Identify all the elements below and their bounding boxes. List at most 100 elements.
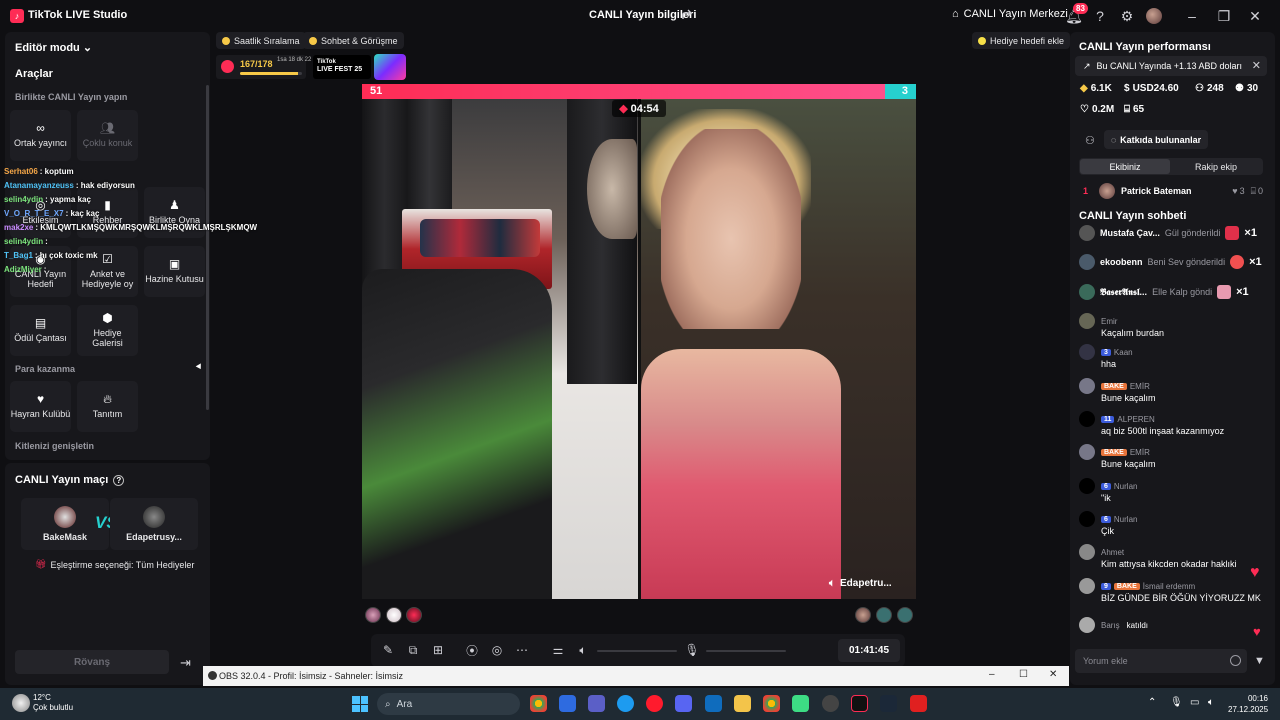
chat-message[interactable]: 6 Nurlan "ik: [1079, 478, 1263, 503]
taskbar-search[interactable]: ⌕ Ara: [377, 693, 520, 715]
multi-guest-button[interactable]: 👥︎ Çoklu konuk: [77, 110, 138, 161]
minimize-icon[interactable]: –: [989, 669, 995, 680]
speaker-icon[interactable]: 🔈︎: [576, 643, 590, 657]
scene-edit-icon[interactable]: ⧉: [406, 643, 420, 657]
gift-gallery-button[interactable]: ⬢ Hediye Galerisi: [77, 305, 138, 356]
chat-message[interactable]: BAKE EMİR Bune kaçalım: [1079, 444, 1263, 469]
share-icon[interactable]: [681, 8, 695, 22]
mail-icon[interactable]: [705, 695, 722, 712]
contributor-row[interactable]: 1 Patrick Bateman ♥ 3 ⌸ 0: [1079, 183, 1263, 199]
hourly-ranking-chip[interactable]: Saatlik Sıralama: [216, 32, 306, 49]
avatar[interactable]: [876, 607, 892, 623]
volume-icon[interactable]: 🔈︎: [1208, 697, 1214, 708]
microphone-icon[interactable]: 🎙︎: [1170, 697, 1183, 708]
store-icon[interactable]: [559, 695, 576, 712]
gift-event[interactable]: Mustafa Çav... Gül gönderildi ×1: [1079, 222, 1263, 244]
emoji-icon[interactable]: [1230, 655, 1241, 666]
speaker-volume-slider[interactable]: [597, 650, 677, 652]
avatar[interactable]: [855, 607, 871, 623]
gift-event[interactable]: 𝕭𝖆𝖘𝖊𝖗𝕬𝖓𝖘𝖑... Elle Kalp göndi ×1: [1079, 281, 1263, 303]
reward-bag-button[interactable]: ▤ Ödül Çantası: [10, 305, 71, 356]
help-icon[interactable]: ?: [113, 474, 125, 486]
fan-club-button[interactable]: ♥ Hayran Kulübü: [10, 381, 71, 432]
avatar[interactable]: [406, 607, 422, 623]
send-icon[interactable]: ▼: [1254, 655, 1265, 667]
chat-call-chip[interactable]: Sohbet & Görüşme: [303, 32, 404, 49]
camera-switch-icon[interactable]: ◎: [490, 643, 504, 657]
close-icon[interactable]: ✕: [1252, 59, 1261, 72]
chevron-down-icon: ⌄: [82, 42, 93, 54]
steam-icon[interactable]: [880, 695, 897, 712]
battle-score-bar: [362, 84, 916, 99]
close-icon[interactable]: ✕: [1049, 669, 1057, 680]
chat-message[interactable]: Ahmet Kim attıysa kikcden okadar haklıki: [1079, 544, 1263, 569]
tab-your-team[interactable]: Ekibiniz: [1080, 159, 1170, 174]
avatar[interactable]: [897, 607, 913, 623]
score-left-fill: [362, 84, 886, 99]
maximize-icon[interactable]: ☐: [1019, 669, 1028, 680]
rematch-button[interactable]: Rövanş: [15, 650, 169, 674]
microphone-icon[interactable]: 🎙︎: [684, 643, 699, 657]
folder-icon[interactable]: [734, 695, 751, 712]
live-center-button[interactable]: ⌂ CANLI Yayın Merkezi: [952, 8, 1068, 20]
player-right-card[interactable]: Edapetrusy...: [110, 498, 198, 550]
pairing-option[interactable]: 🎁︎ Eşleştirme seçeneği: Tüm Hediyeler: [35, 559, 194, 570]
mic-volume-slider[interactable]: [706, 650, 786, 652]
promote-button[interactable]: 🔥︎ Tanıtım: [77, 381, 138, 432]
tiktok-icon[interactable]: [851, 695, 868, 712]
live-preview[interactable]: 51 3 ◆ 04:54 🔈︎ Edapetru...: [362, 84, 916, 599]
chat-title: CANLI Yayın sohbeti: [1079, 210, 1187, 222]
close-icon[interactable]: ✕: [1247, 8, 1263, 24]
clock[interactable]: 00:16 27.12.2025: [1228, 693, 1268, 715]
obs-icon[interactable]: [822, 695, 839, 712]
weather-widget[interactable]: 12°C Çok bulutlu: [33, 693, 73, 714]
android-icon[interactable]: [792, 695, 809, 712]
teams-icon[interactable]: [588, 695, 605, 712]
minimize-icon[interactable]: –: [1184, 8, 1200, 24]
tab-rival-team[interactable]: Rakip ekip: [1171, 159, 1261, 174]
chat-message[interactable]: 9 BAKE İsmail erdemm BİZ GÜNDE BİR ÖĞÜN Yİ…: [1079, 578, 1263, 603]
windows-start-icon[interactable]: [352, 696, 368, 712]
comment-input[interactable]: Yorum ekle: [1075, 649, 1247, 673]
editor-mode-dropdown[interactable]: Editör modu ⌄: [15, 41, 92, 54]
earnings-banner[interactable]: ↗ Bu CANLI Yayında +1.13 ABD doları ✕: [1075, 56, 1267, 76]
fest-logo-icon[interactable]: [374, 54, 406, 80]
chat-message[interactable]: BAKE EMİR Bune kaçalım: [1079, 378, 1263, 403]
magic-wand-icon[interactable]: ✎: [381, 643, 395, 657]
chat-message[interactable]: 3 Kaan hha: [1079, 344, 1263, 369]
speaker-icon[interactable]: 🔈︎: [829, 578, 835, 589]
more-icon[interactable]: ⋯: [515, 643, 529, 657]
live-match-panel: CANLI Yayın maçı ? BakeMask VS Edapetrus…: [5, 463, 210, 685]
match-title: CANLI Yayın maçı ?: [15, 474, 125, 486]
opera-icon[interactable]: [646, 695, 663, 712]
youtube-icon[interactable]: [910, 695, 927, 712]
network-icon[interactable]: ▭: [1190, 697, 1199, 708]
avatar[interactable]: [1146, 8, 1162, 24]
sliders-icon[interactable]: ⚌: [551, 643, 565, 657]
chrome-icon[interactable]: [530, 695, 547, 712]
record-icon[interactable]: ⦿: [465, 643, 479, 658]
chrome-icon[interactable]: [763, 695, 780, 712]
chevron-up-icon[interactable]: ⌃: [1148, 697, 1156, 708]
avatar[interactable]: [365, 607, 381, 623]
weather-icon[interactable]: [12, 694, 30, 712]
help-icon[interactable]: ?: [1092, 8, 1108, 24]
gift-event[interactable]: ekoobenn Beni Sev gönderildi ×1: [1079, 251, 1263, 273]
opponent-label[interactable]: 🔈︎ Edapetru...: [829, 578, 892, 589]
gift-goal-chip[interactable]: Hediye hedefi ekle: [972, 32, 1071, 49]
add-source-icon[interactable]: ⊞: [431, 643, 445, 657]
avatar[interactable]: [386, 607, 402, 623]
gear-icon[interactable]: ⚙: [1119, 8, 1135, 24]
live-fest-badge[interactable]: TikTok LIVE FEST 25: [313, 55, 371, 79]
chat-message[interactable]: 11 ALPEREN aq biz 500tl inşaat kazanmıyoz: [1079, 411, 1263, 436]
edge-icon[interactable]: [617, 695, 634, 712]
exit-icon[interactable]: ⇥: [180, 655, 194, 670]
maximize-icon[interactable]: ❐: [1216, 8, 1232, 24]
co-host-button[interactable]: ∞ Ortak yayıncı: [10, 110, 71, 161]
chat-message[interactable]: 6 Nurlan Çik: [1079, 511, 1263, 536]
discord-icon[interactable]: [675, 695, 692, 712]
chat-message[interactable]: Barış katıldı: [1079, 617, 1263, 633]
chat-message[interactable]: Emir Kaçalım burdan: [1079, 313, 1263, 338]
obs-window-bar[interactable]: OBS 32.0.4 - Profil: İsimsiz - Sahneler:…: [203, 666, 1069, 686]
contributors-button[interactable]: ◌ Katkıda bulunanlar: [1104, 130, 1208, 149]
